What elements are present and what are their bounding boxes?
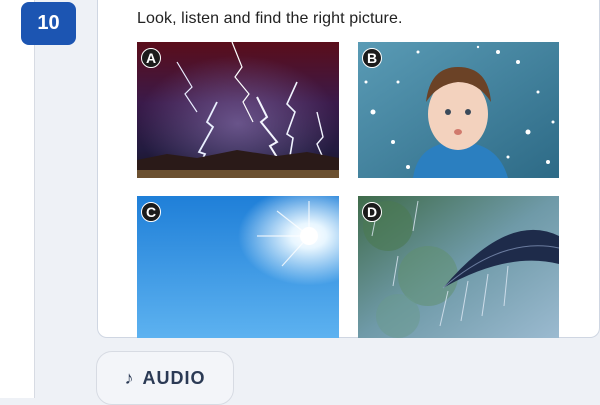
sunny-sky-picture xyxy=(137,196,339,338)
rail-divider xyxy=(34,0,35,398)
audio-button[interactable]: ♪ AUDIO xyxy=(96,351,234,405)
rain-umbrella-picture xyxy=(358,196,559,338)
option-a-badge: A xyxy=(141,48,161,68)
option-c-image[interactable]: C xyxy=(137,196,339,338)
option-b-image[interactable]: B xyxy=(358,42,559,178)
option-d-badge: D xyxy=(362,202,382,222)
question-number: 10 xyxy=(37,12,60,34)
question-prompt: Look, listen and find the right picture. xyxy=(137,10,403,27)
audio-button-label: AUDIO xyxy=(142,367,206,388)
option-d-label: D xyxy=(366,204,378,220)
lightning-picture xyxy=(137,42,339,178)
snow-child-picture xyxy=(358,42,559,178)
option-b-label: B xyxy=(366,50,378,66)
music-note-icon: ♪ xyxy=(124,367,135,388)
option-c-label: C xyxy=(145,204,157,220)
question-number-badge: 10 xyxy=(21,2,76,45)
left-rail xyxy=(0,0,34,398)
option-b-badge: B xyxy=(362,48,382,68)
option-c-badge: C xyxy=(141,202,161,222)
option-d-image[interactable]: D xyxy=(358,196,559,338)
option-a-image[interactable]: A xyxy=(137,42,339,178)
option-a-label: A xyxy=(145,50,157,66)
